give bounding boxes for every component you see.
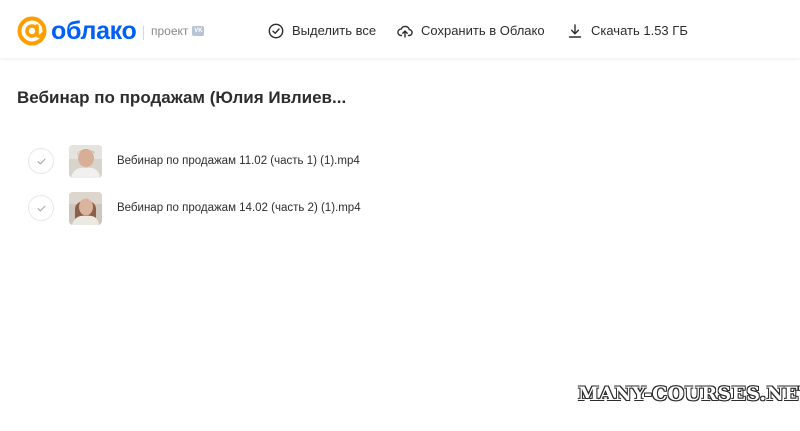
save-to-cloud-button[interactable]: Сохранить в Облако (397, 22, 545, 40)
check-circle-icon (268, 23, 284, 39)
check-icon (37, 205, 45, 211)
logo-divider (143, 26, 144, 40)
vk-badge-icon: VK (192, 26, 205, 36)
file-select-checkbox[interactable] (28, 148, 54, 174)
file-row[interactable]: Вебинар по продажам 14.02 (часть 2) (1).… (28, 190, 361, 226)
cloud-upload-icon (397, 25, 413, 38)
project-label: проект (151, 24, 189, 38)
download-button[interactable]: Скачать 1.53 ГБ (567, 22, 688, 40)
select-all-label: Выделить все (292, 23, 377, 38)
watermark-text: MANY-COURSES.NET (578, 383, 800, 405)
download-label: Скачать 1.53 ГБ (591, 23, 688, 38)
at-sign-logo-icon (17, 16, 47, 46)
save-to-cloud-label: Сохранить в Облако (421, 23, 545, 38)
file-row[interactable]: Вебинар по продажам 11.02 (часть 1) (1).… (28, 143, 360, 179)
video-thumbnail (69, 191, 102, 225)
folder-title: Вебинар по продажам (Юлия Ивлиев... (17, 88, 347, 107)
download-icon (568, 24, 582, 38)
cloud-logo[interactable]: облако (17, 16, 137, 46)
check-icon (37, 158, 45, 164)
project-tag: проект VK (151, 24, 205, 38)
file-name: Вебинар по продажам 11.02 (часть 1) (1).… (117, 155, 360, 167)
video-thumbnail (69, 144, 102, 178)
select-all-button[interactable]: Выделить все (268, 22, 376, 40)
top-header: облако проект VK Выделить все Сохранить … (0, 0, 800, 58)
file-select-checkbox[interactable] (28, 195, 54, 221)
logo-text: облако (51, 17, 137, 45)
file-name: Вебинар по продажам 14.02 (часть 2) (1).… (117, 202, 361, 214)
